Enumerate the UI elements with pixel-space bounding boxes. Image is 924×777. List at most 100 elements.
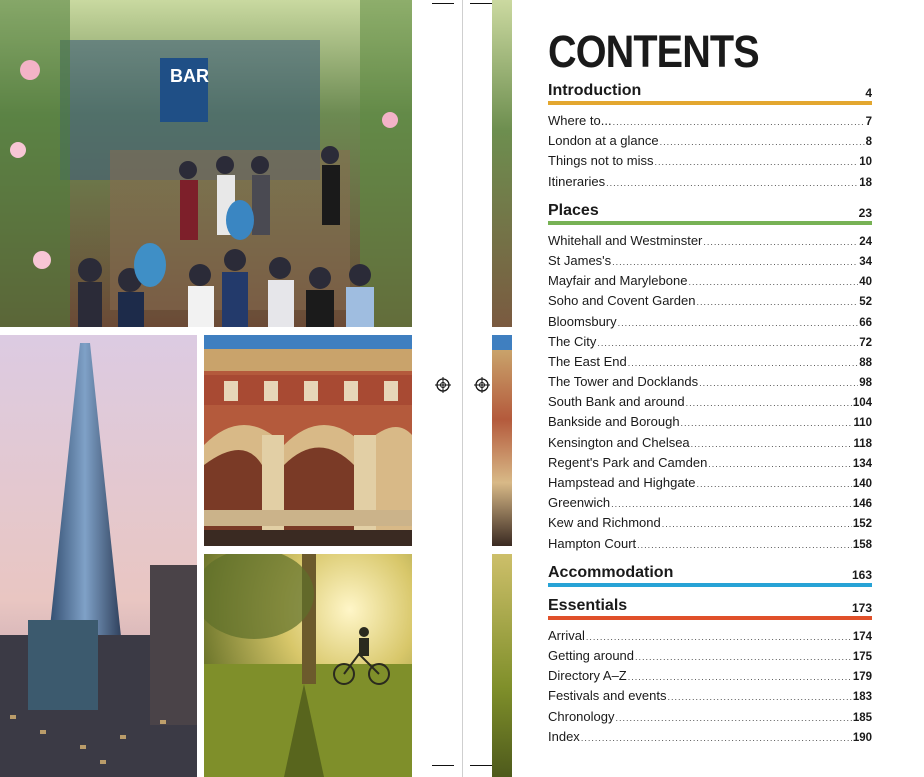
toc-entry-page-number: 134 [852,457,872,470]
toc-entry[interactable]: Festivals and events 183 [548,686,872,706]
toc-entry[interactable]: Directory A–Z 179 [548,666,872,686]
dot-leader [691,434,853,454]
dot-leader [628,353,858,373]
toc-entry-label: Hampton Court [548,535,637,551]
dot-leader [660,132,865,152]
toc-entry-page-number: 88 [859,356,872,369]
toc-entry[interactable]: Getting around 175 [548,646,872,666]
toc-entry-label: Kensington and Chelsea [548,434,690,450]
dot-leader [655,152,859,172]
dot-leader [616,708,852,728]
photo-museum-facade [204,335,412,546]
toc-entry-label: Bankside and Borough [548,414,680,430]
toc-entry-label: South Bank and around [548,394,685,410]
bar-sign-text: BAR [170,66,209,86]
dot-leader [696,292,858,312]
toc-entry-page-number: 175 [852,650,872,663]
dot-leader [612,252,858,272]
toc-entry-list: Arrival 174 Getting around 175 Directory A–Z… [548,626,872,747]
toc-entry-label: Directory A–Z [548,668,627,684]
toc-section-places[interactable]: Places 23 [548,202,872,225]
toc-section-essentials[interactable]: Essentials 173 [548,597,872,620]
toc-entry[interactable]: The City 72 [548,332,872,352]
page-fold-line [462,0,463,777]
toc-entry[interactable]: Chronology 185 [548,707,872,727]
registration-mark-icon [474,377,490,393]
toc-entry-page-number: 66 [859,316,872,329]
toc-entry[interactable]: Hampton Court 158 [548,534,872,554]
toc-entry[interactable]: Where to... 7 [548,111,872,131]
toc-entry-label: Greenwich [548,495,611,511]
section-label: Accommodation [548,563,674,581]
toc-entry-label: London at a glance [548,133,659,149]
dot-leader [708,454,852,474]
toc-section-introduction[interactable]: Introduction 4 [548,82,872,105]
toc-title: CONTENTS [548,26,760,77]
toc-entry-page-number: 174 [852,630,872,643]
bleed-strip-park [492,554,512,777]
toc-entry-label: The East End [548,353,627,369]
section-page-number: 173 [851,600,872,615]
toc-entry-page-number: 146 [852,498,872,511]
table-of-contents: CONTENTS Introduction 4 Where to... 7 London… [548,28,872,747]
toc-entry-label: Regent's Park and Camden [548,454,708,470]
toc-entry[interactable]: Hampstead and Highgate 140 [548,473,872,493]
toc-entry[interactable]: Mayfair and Marylebone 40 [548,271,872,291]
dot-leader [686,393,852,413]
dot-leader [696,474,851,494]
toc-entry[interactable]: Things not to miss 10 [548,151,872,171]
toc-entry[interactable]: The East End 88 [548,352,872,372]
toc-entry[interactable]: Kew and Richmond 152 [548,513,872,533]
registration-mark-icon [435,377,451,393]
toc-entry-label: The City [548,333,597,349]
dot-leader [581,728,852,748]
toc-entry-page-number: 18 [859,176,872,189]
toc-entry[interactable]: Bloomsbury 66 [548,312,872,332]
toc-sections: Introduction 4 Where to... 7 London at a gla… [548,82,872,747]
toc-entry-label: Mayfair and Marylebone [548,273,688,289]
toc-entry[interactable]: Greenwich 146 [548,493,872,513]
toc-entry-label: Where to... [548,113,612,128]
section-page-number: 4 [865,86,872,100]
toc-entry[interactable]: Regent's Park and Camden 134 [548,453,872,473]
toc-entry-page-number: 98 [859,377,872,390]
toc-entry[interactable]: Soho and Covent Garden 52 [548,291,872,311]
dot-leader [681,413,853,433]
toc-entry[interactable]: Index 190 [548,727,872,747]
toc-entry-page-number: 104 [852,397,872,410]
dot-leader [586,627,852,647]
toc-entry[interactable]: Bankside and Borough 110 [548,412,872,432]
toc-entry-label: Chronology [548,708,615,724]
toc-entry-page-number: 52 [859,296,872,309]
dot-leader [611,494,852,514]
toc-entry[interactable]: Itineraries 18 [548,172,872,192]
toc-entry-label: Arrival [548,627,585,643]
toc-entry-page-number: 152 [852,518,872,531]
dot-leader [628,667,852,687]
toc-entry-label: Things not to miss [548,153,654,169]
toc-section-accommodation[interactable]: Accommodation 163 [548,564,872,587]
section-page-number: 23 [858,205,872,220]
photo-park-cyclist [204,554,412,777]
toc-entry-label: St James's [548,252,612,268]
toc-entry[interactable]: South Bank and around 104 [548,392,872,412]
photo-rooftop-bar: BAR [0,0,412,327]
toc-entry-page-number: 8 [865,136,872,149]
toc-entry-label: Festivals and events [548,688,667,704]
toc-entry-page-number: 72 [859,336,872,349]
toc-entry[interactable]: The Tower and Docklands 98 [548,372,872,392]
crop-mark [432,3,454,4]
toc-entry-page-number: 10 [859,156,872,169]
toc-entry-label: Bloomsbury [548,313,617,329]
toc-entry[interactable]: Kensington and Chelsea 118 [548,433,872,453]
toc-entry-label: The Tower and Docklands [548,374,699,390]
toc-entry[interactable]: London at a glance 8 [548,131,872,151]
toc-entry-page-number: 24 [859,235,872,248]
toc-entry[interactable]: Arrival 174 [548,626,872,646]
toc-entry-page-number: 179 [852,671,872,684]
toc-entry[interactable]: St James's 34 [548,251,872,271]
toc-entry[interactable]: Whitehall and Westminster 24 [548,231,872,251]
crop-mark [470,3,492,4]
toc-entry-list: Where to... 7 London at a glance 8 Things no… [548,111,872,192]
toc-entry-page-number: 118 [853,437,872,450]
